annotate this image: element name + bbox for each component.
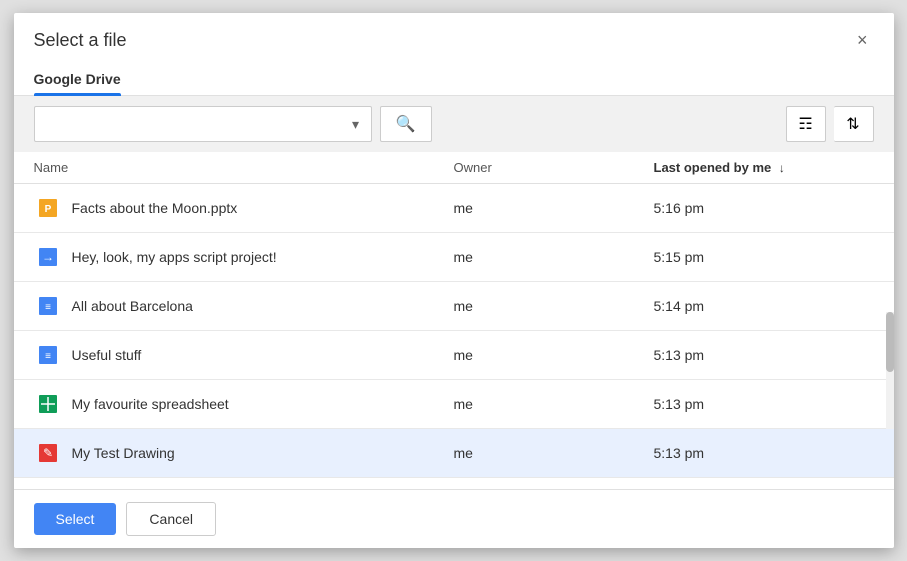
table-row[interactable]: My favourite spreadsheet me 5:13 pm (14, 380, 894, 429)
col-header-name: Name (34, 160, 454, 175)
dialog-header: Select a file × (14, 13, 894, 51)
file-name-cell: → Hey, look, my apps script project! (34, 243, 454, 271)
file-owner: me (454, 445, 654, 461)
file-last-opened: 5:14 pm (654, 298, 874, 314)
table-row[interactable]: ≡ Useful stuff me 5:13 pm (14, 331, 894, 380)
dialog-footer: Select Cancel (14, 489, 894, 548)
file-last-opened: 5:16 pm (654, 200, 874, 216)
select-button[interactable]: Select (34, 503, 117, 535)
scrollbar-thumb[interactable] (886, 312, 894, 372)
tab-google-drive[interactable]: Google Drive (34, 63, 121, 95)
file-type-icon (34, 390, 62, 418)
file-owner: me (454, 200, 654, 216)
search-wrapper: ▾ (34, 106, 372, 142)
svg-text:≡: ≡ (45, 302, 51, 313)
file-owner: me (454, 347, 654, 363)
table-row[interactable]: P Facts about the Moon.pptx me 5:16 pm (14, 184, 894, 233)
file-name-cell: P Facts about the Moon.pptx (34, 194, 454, 222)
sort-arrow-icon: ↓ (779, 161, 785, 175)
file-name-cell: ≡ Useful stuff (34, 341, 454, 369)
search-input[interactable] (34, 106, 372, 142)
tab-bar: Google Drive (14, 63, 894, 96)
search-icon: 🔍 (396, 114, 416, 134)
search-dropdown-button[interactable]: ▾ (340, 106, 372, 142)
file-owner: me (454, 396, 654, 412)
file-list: P Facts about the Moon.pptx me 5:16 pm →… (14, 184, 894, 478)
cancel-button[interactable]: Cancel (126, 502, 216, 536)
file-type-icon: → (34, 243, 62, 271)
file-owner: me (454, 249, 654, 265)
sort-button[interactable]: ⇅ (834, 106, 874, 142)
file-list-area: Name Owner Last opened by me ↓ P Facts a… (14, 152, 894, 489)
svg-text:→: → (42, 250, 54, 264)
file-last-opened: 5:15 pm (654, 249, 874, 265)
dialog-title: Select a file (34, 30, 127, 51)
file-name: Useful stuff (72, 347, 142, 363)
chevron-down-icon: ▾ (352, 116, 359, 133)
file-last-opened: 5:13 pm (654, 396, 874, 412)
file-list-header: Name Owner Last opened by me ↓ (14, 152, 894, 184)
svg-text:✎: ✎ (42, 446, 52, 460)
file-name-cell: ≡ All about Barcelona (34, 292, 454, 320)
close-button[interactable]: × (851, 29, 874, 51)
file-name: All about Barcelona (72, 298, 193, 314)
file-type-icon: ≡ (34, 292, 62, 320)
search-button[interactable]: 🔍 (380, 106, 432, 142)
table-row[interactable]: → Hey, look, my apps script project! me … (14, 233, 894, 282)
scrollbar-track (886, 312, 894, 429)
file-name: My favourite spreadsheet (72, 396, 229, 412)
col-header-owner: Owner (454, 160, 654, 175)
file-type-icon: ✎ (34, 439, 62, 467)
sort-icon: ⇅ (846, 114, 859, 134)
file-last-opened: 5:13 pm (654, 347, 874, 363)
file-type-icon: ≡ (34, 341, 62, 369)
toolbar: ▾ 🔍 ☶ ⇅ (14, 96, 894, 152)
svg-text:≡: ≡ (45, 351, 51, 362)
col-header-last-opened[interactable]: Last opened by me ↓ (654, 160, 874, 175)
svg-text:P: P (44, 204, 51, 215)
select-file-dialog: Select a file × Google Drive ▾ 🔍 ☶ ⇅ Nam… (14, 13, 894, 548)
file-name: My Test Drawing (72, 445, 175, 461)
table-row[interactable]: ≡ All about Barcelona me 5:14 pm (14, 282, 894, 331)
grid-view-button[interactable]: ☶ (786, 106, 826, 142)
file-owner: me (454, 298, 654, 314)
file-type-icon: P (34, 194, 62, 222)
file-name: Hey, look, my apps script project! (72, 249, 277, 265)
file-name-cell: My favourite spreadsheet (34, 390, 454, 418)
file-name-cell: ✎ My Test Drawing (34, 439, 454, 467)
table-row[interactable]: ✎ My Test Drawing me 5:13 pm (14, 429, 894, 478)
file-name: Facts about the Moon.pptx (72, 200, 238, 216)
grid-icon: ☶ (798, 114, 812, 134)
file-last-opened: 5:13 pm (654, 445, 874, 461)
